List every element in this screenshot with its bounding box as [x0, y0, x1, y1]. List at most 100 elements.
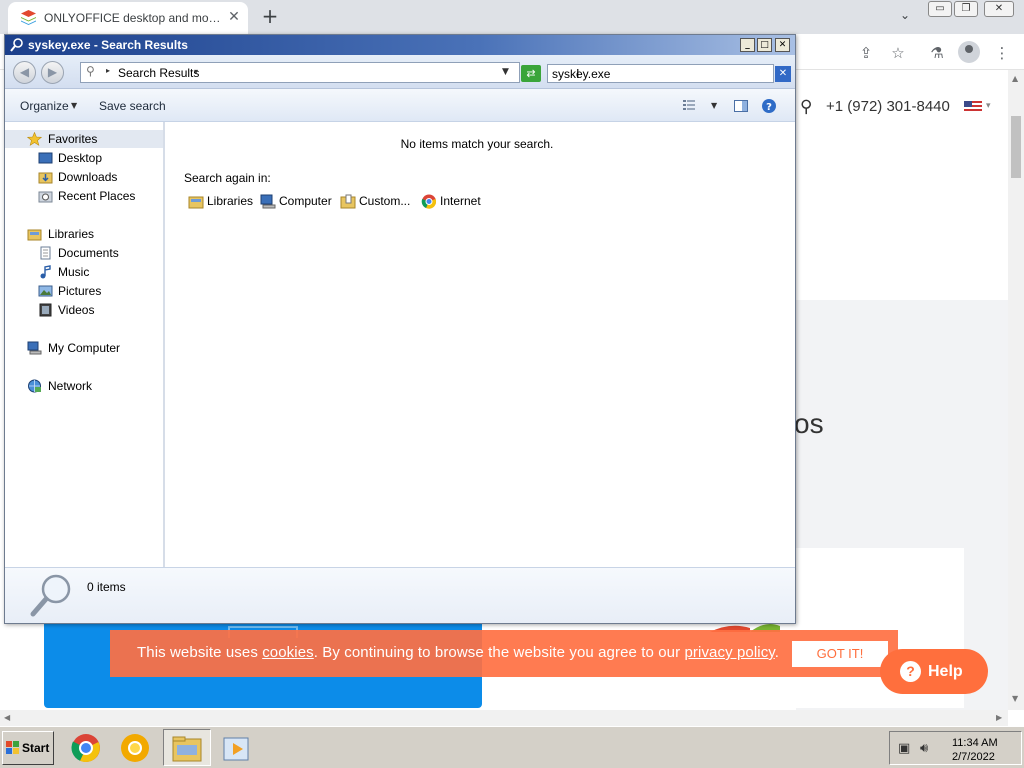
explorer-taskbar-button[interactable]	[163, 729, 211, 766]
browser-minimize-button[interactable]: ▭	[928, 1, 952, 17]
scroll-left-arrow-icon[interactable]: ◀	[4, 713, 10, 722]
nav-label: Favorites	[48, 132, 98, 146]
clear-search-icon[interactable]: ✕	[775, 66, 791, 82]
media-player-taskbar-icon[interactable]	[221, 732, 253, 764]
scroll-up-arrow-icon[interactable]: ▲	[1012, 74, 1018, 83]
windows-logo-icon	[6, 741, 19, 754]
clock-time[interactable]: 11:34 AM	[952, 737, 998, 749]
page-banner	[796, 144, 1008, 300]
tab-search-dropdown-icon[interactable]: ⌄	[896, 8, 914, 26]
search-input[interactable]: syskey.exe	[552, 67, 610, 81]
help-button[interactable]: ? Help	[880, 649, 988, 694]
chrome-taskbar-icon[interactable]	[70, 732, 102, 764]
cookie-accept-button[interactable]: GOT IT!	[792, 641, 888, 667]
pictures-icon	[38, 285, 53, 297]
computer-icon	[260, 194, 276, 209]
back-button[interactable]: ◀	[13, 61, 36, 84]
details-pane: 0 items	[5, 567, 795, 623]
view-details-icon[interactable]	[681, 98, 697, 114]
browser-menu-icon[interactable]: ⋮	[992, 43, 1012, 63]
search-field[interactable]: syskey.exe I	[547, 64, 774, 83]
cookie-text-end: .	[774, 644, 780, 661]
bookmark-star-icon[interactable]: ☆	[888, 43, 908, 63]
site-search-icon[interactable]: ⚲	[800, 97, 812, 117]
tab-strip: ONLYOFFICE desktop and mobile apps ✕ + ⌄…	[0, 0, 1024, 34]
breadcrumb-chevron-icon[interactable]: ▸	[106, 66, 110, 75]
libraries-icon	[188, 196, 204, 209]
minimize-button[interactable]: _	[740, 38, 755, 52]
help-label: Help	[928, 663, 963, 680]
browser-restore-button[interactable]: ❐	[954, 1, 978, 17]
computer-icon	[27, 341, 42, 355]
nav-label: Network	[48, 379, 93, 393]
cookie-text-middle: . By continuing to browse the website yo…	[313, 644, 685, 661]
search-again-label: Search again in:	[184, 171, 271, 185]
documents-icon	[40, 246, 51, 260]
preview-pane-icon[interactable]	[733, 98, 749, 114]
address-breadcrumb[interactable]: Search Results	[118, 66, 199, 80]
tab-close-icon[interactable]: ✕	[225, 8, 243, 26]
organize-dropdown-icon[interactable]: ▼	[71, 101, 77, 110]
music-icon	[40, 265, 51, 279]
cookie-text-before: This website uses	[137, 644, 263, 661]
vertical-scrollbar-thumb[interactable]	[1011, 116, 1021, 178]
new-tab-button[interactable]: +	[258, 4, 282, 28]
recent-places-icon	[38, 191, 53, 203]
item-count: 0 items	[87, 580, 126, 594]
location-label: Libraries	[207, 194, 254, 208]
explorer-titlebar[interactable]: syskey.exe - Search Results _ □ ✕	[5, 35, 795, 55]
us-flag-icon[interactable]	[964, 101, 982, 113]
network-tray-icon[interactable]: ▣	[898, 741, 910, 756]
scroll-down-arrow-icon[interactable]: ▼	[1012, 694, 1018, 703]
close-button[interactable]: ✕	[775, 38, 790, 52]
extension-flask-icon[interactable]: ⚗	[927, 43, 947, 63]
explorer-window: syskey.exe - Search Results _ □ ✕ ◀ ▶ ⚲ …	[4, 34, 796, 624]
help-icon[interactable]: ?	[761, 98, 777, 114]
share-icon[interactable]: ⇪	[856, 43, 876, 63]
profile-avatar[interactable]	[958, 41, 980, 63]
scroll-right-arrow-icon[interactable]: ▶	[996, 713, 1002, 722]
nav-label: Documents	[58, 246, 119, 260]
explorer-navbar: ◀ ▶ ⚲ ▸ Search Results ▾ ▼ ⇄ syskey.exe …	[5, 55, 795, 89]
nav-label: Recent Places	[58, 189, 136, 203]
forward-button[interactable]: ▶	[41, 61, 64, 84]
videos-icon	[39, 303, 52, 317]
browser-close-button[interactable]: ✕	[984, 1, 1014, 17]
location-label: Computer	[279, 194, 332, 208]
view-dropdown-icon[interactable]: ▼	[711, 101, 717, 110]
chrome-icon	[421, 194, 437, 209]
nav-label: My Computer	[48, 341, 121, 355]
libraries-icon	[27, 229, 42, 241]
horizontal-scrollbar[interactable]	[0, 710, 1008, 726]
magnifier-icon	[30, 574, 71, 617]
onlyoffice-logo-icon	[21, 10, 36, 25]
language-dropdown-icon[interactable]: ▾	[986, 101, 991, 111]
system-tray: ▣ 🔊︎ 11:34 AM 2/7/2022	[889, 731, 1022, 765]
clock-date[interactable]: 2/7/2022	[952, 751, 995, 763]
privacy-policy-link[interactable]: privacy policy	[684, 644, 774, 661]
page-heading-fragment: os	[794, 408, 824, 439]
start-button[interactable]: Start	[2, 731, 54, 765]
nav-item-favorites[interactable]: Favorites	[5, 130, 163, 148]
start-label: Start	[22, 741, 50, 755]
results-pane: No items match your search. Search again…	[167, 122, 795, 567]
cookies-link[interactable]: cookies	[262, 644, 314, 661]
custom-folder-icon	[340, 194, 356, 209]
maximize-button[interactable]: □	[757, 38, 772, 52]
volume-tray-icon[interactable]: 🔊︎	[920, 741, 928, 756]
save-search-button[interactable]: Save search	[99, 99, 166, 113]
search-window-icon	[10, 38, 23, 52]
site-phone-number[interactable]: +1 (972) 301-8440	[826, 98, 950, 115]
chrome-canary-taskbar-icon[interactable]	[119, 732, 151, 764]
organize-menu[interactable]: Organize	[20, 99, 69, 113]
address-history-dropdown-icon[interactable]: ▼	[502, 67, 509, 77]
network-icon	[28, 379, 41, 393]
breadcrumb-dropdown-icon[interactable]: ▾	[194, 67, 198, 76]
refresh-search-button[interactable]: ⇄	[521, 65, 541, 82]
search-location-icon: ⚲	[86, 64, 95, 78]
window-title: syskey.exe - Search Results	[28, 38, 188, 52]
text-cursor-icon: I	[576, 67, 580, 81]
taskbar: Start ▣ 🔊︎ 11:34 AM 2/7/2022	[0, 726, 1024, 768]
browser-tab[interactable]: ONLYOFFICE desktop and mobile apps ✕	[8, 2, 248, 34]
address-bar[interactable]: ⚲ ▸ Search Results ▾ ▼	[80, 62, 520, 83]
